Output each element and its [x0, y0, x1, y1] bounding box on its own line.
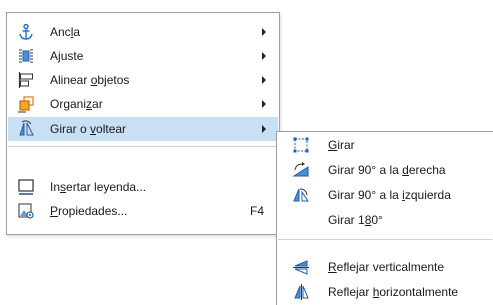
shortcut-label: F4 — [249, 204, 264, 218]
menu-separator — [8, 146, 278, 147]
menu-item-align-objects[interactable]: Alinear objetos — [8, 68, 278, 92]
submenu-item-label: Girar — [328, 138, 355, 152]
submenu-arrow-icon — [262, 125, 266, 133]
submenu-item-flip-vertical[interactable]: Reflejar verticalmente — [278, 255, 492, 279]
menu-item-label: Girar o voltear — [50, 122, 127, 136]
submenu-arrow-icon — [262, 28, 266, 36]
submenu-item-rotate-right[interactable]: Girar 90° a la derecha — [278, 158, 492, 182]
menu-item-properties[interactable]: Propiedades... F4 — [8, 199, 278, 223]
insert-caption-icon — [18, 179, 34, 195]
submenu-separator — [278, 239, 492, 240]
menu-item-rotate-flip[interactable]: Girar o voltear — [8, 117, 278, 141]
submenu-item-label: Reflejar verticalmente — [328, 260, 445, 274]
properties-icon — [18, 203, 34, 219]
rotate-flip-submenu: Girar Girar 90° a la derecha Girar 90° a… — [276, 131, 493, 305]
submenu-item-label: Reflejar horizontalmente — [328, 285, 459, 299]
menu-item-label: Propiedades... — [50, 204, 128, 218]
menu-item-label: Ajuste — [50, 49, 84, 63]
menu-item-insert-caption[interactable]: Insertar leyenda... — [8, 175, 278, 199]
anchor-icon — [19, 23, 33, 40]
menu-item-arrange[interactable]: Organizar — [8, 92, 278, 116]
submenu-item-rotate-180[interactable]: Girar 180° — [278, 208, 492, 232]
submenu-item-label: Girar 90° a la izquierda — [328, 188, 451, 202]
align-objects-icon — [18, 72, 33, 88]
menu-item-label: Ancla — [50, 25, 81, 39]
submenu-arrow-icon — [262, 100, 266, 108]
submenu-item-label: Girar 180° — [328, 213, 383, 227]
submenu-arrow-icon — [262, 76, 266, 84]
submenu-item-rotate-left[interactable]: Girar 90° a la izquierda — [278, 183, 492, 207]
flip-horizontal-icon — [294, 284, 309, 300]
flip-vertical-icon — [293, 260, 309, 275]
submenu-item-label: Girar 90° a la derecha — [328, 163, 446, 177]
arrange-icon — [18, 96, 34, 113]
submenu-arrow-icon — [262, 52, 266, 60]
rotate-right-icon — [292, 162, 309, 177]
wrap-icon — [19, 49, 33, 63]
menu-item-label: Insertar leyenda... — [50, 180, 147, 194]
menu-item-label: Organizar — [50, 97, 103, 111]
menu-item-anchor[interactable]: Ancla — [8, 20, 278, 44]
rotate-left-icon — [293, 188, 309, 202]
menu-item-wrap[interactable]: Ajuste — [8, 44, 278, 68]
rotate-icon — [293, 137, 309, 153]
rotate-flip-icon — [19, 120, 34, 136]
menu-item-label: Alinear objetos — [50, 73, 130, 87]
submenu-item-rotate[interactable]: Girar — [278, 133, 492, 157]
context-menu: Ancla Ajuste Alinear objetos Organizar G… — [6, 12, 280, 235]
submenu-item-flip-horizontal[interactable]: Reflejar horizontalmente — [278, 280, 492, 304]
